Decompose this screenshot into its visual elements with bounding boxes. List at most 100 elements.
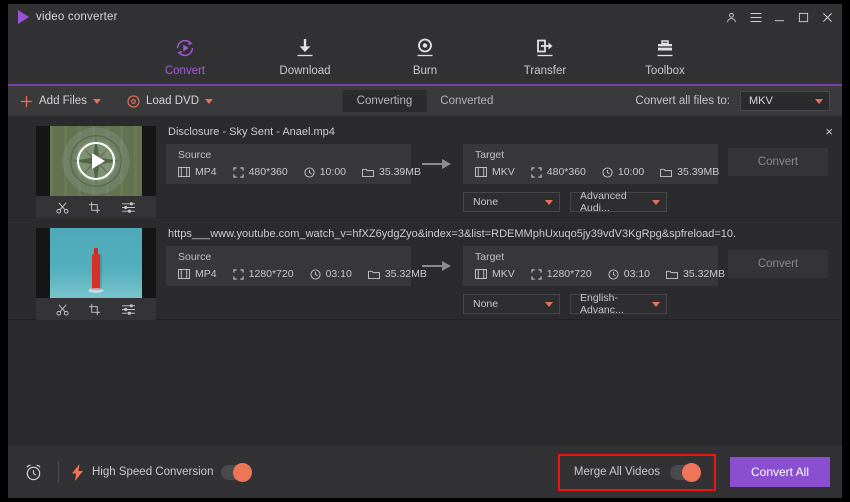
bottom-bar-right: Merge All Videos Convert All (557, 453, 830, 491)
nav-item-download-label: Download (279, 65, 331, 77)
film-icon (178, 269, 190, 279)
row-thumbnail-area (36, 126, 156, 218)
subtitle-select[interactable]: None (463, 294, 560, 314)
source-label: Source (178, 251, 212, 263)
subtitle-caret-icon (545, 199, 553, 205)
merge-all-videos: Merge All Videos (557, 453, 716, 491)
source-resolution: 1280*720 (232, 268, 294, 280)
crop-icon[interactable] (88, 303, 101, 316)
trim-icon[interactable] (56, 303, 69, 316)
source-resolution: 480*360 (232, 166, 288, 178)
subtitle-select-value: None (473, 298, 499, 310)
source-duration: 10:00 (304, 166, 346, 178)
video-thumbnail[interactable] (36, 126, 156, 196)
thumbnail-tools (36, 196, 156, 218)
source-panel: Source MP4 480*360 10:00 35.39MB (166, 144, 421, 184)
nav-item-transfer[interactable]: Transfer (506, 30, 584, 77)
merge-all-videos-label: Merge All Videos (573, 466, 660, 478)
subtitle-select[interactable]: None (463, 192, 560, 212)
alarm-icon[interactable] (20, 463, 46, 482)
add-files-button[interactable]: Add Files (20, 95, 101, 108)
effect-icon[interactable] (121, 303, 136, 316)
convert-button-label: Convert (757, 156, 799, 168)
source-format-value: MP4 (195, 166, 217, 178)
nav-item-burn[interactable]: Burn (386, 30, 464, 77)
file-title: https___www.youtube.com_watch_v=hfXZ6ydg… (168, 228, 737, 240)
convert-all-label: Convert All (750, 465, 810, 479)
nav-item-download[interactable]: Download (266, 30, 344, 77)
nav-item-burn-label: Burn (412, 65, 438, 77)
row-details: Disclosure - Sky Sent - Anael.mp4 Source… (166, 126, 842, 214)
nav-item-toolbox[interactable]: Toolbox (626, 30, 704, 77)
maximize-button[interactable] (797, 11, 810, 24)
film-icon (475, 269, 487, 279)
audio-caret-icon (652, 301, 660, 307)
nav-item-convert[interactable]: Convert (146, 30, 224, 77)
app-window: video converter Convert Download Burn Tr… (8, 4, 842, 498)
folder-icon (362, 168, 374, 177)
row-selects: None English-Advanc... (463, 292, 842, 316)
clock-icon (304, 166, 315, 178)
source-format-value: MP4 (195, 268, 217, 280)
bottle-shape (92, 254, 100, 290)
audio-select[interactable]: Advanced Audi... (570, 190, 667, 214)
load-dvd-label: Load DVD (145, 95, 199, 107)
download-icon (294, 36, 316, 60)
trim-icon[interactable] (56, 201, 69, 214)
minimize-button[interactable] (773, 11, 786, 24)
close-button[interactable] (821, 11, 834, 24)
lightning-icon (72, 463, 83, 481)
tab-converting[interactable]: Converting (342, 90, 427, 112)
convert-button-label: Convert (757, 258, 799, 270)
effect-icon[interactable] (121, 201, 136, 214)
folder-icon (660, 168, 673, 177)
source-duration-value: 10:00 (319, 166, 346, 178)
folder-icon (367, 270, 380, 279)
row-thumbnail-area (36, 228, 156, 320)
load-dvd-caret-icon[interactable] (205, 98, 213, 104)
target-resolution: 480*360 (531, 166, 586, 178)
row-selects: None Advanced Audi... (463, 190, 842, 214)
convert-button[interactable]: Convert (728, 148, 828, 176)
merge-all-videos-toggle[interactable] (670, 462, 701, 482)
audio-select[interactable]: English-Advanc... (570, 292, 667, 316)
film-icon (178, 167, 190, 177)
target-resolution-value: 480*360 (546, 166, 586, 178)
audio-select-value: English-Advanc... (580, 292, 624, 316)
tab-converted[interactable]: Converted (426, 90, 507, 112)
subtitle-caret-icon (545, 301, 553, 307)
clock-icon (608, 268, 619, 280)
main-nav: Convert Download Burn Transfer Toolbox (8, 30, 842, 86)
high-speed-conversion-toggle[interactable] (221, 462, 253, 482)
target-resolution: 1280*720 (531, 268, 592, 280)
convert-icon (173, 36, 197, 60)
output-format-value: MKV (749, 95, 773, 107)
crop-icon[interactable] (88, 201, 101, 214)
convert-button[interactable]: Convert (728, 250, 828, 278)
table-row: https___www.youtube.com_watch_v=hfXZ6ydg… (8, 218, 842, 320)
resize-icon (232, 268, 244, 280)
convert-all-button[interactable]: Convert All (730, 457, 830, 487)
output-format-select[interactable]: MKV (740, 91, 830, 111)
load-dvd-button[interactable]: Load DVD (127, 94, 213, 108)
target-label: Target (475, 149, 505, 161)
arrow-icon (411, 259, 463, 273)
nav-item-toolbox-label: Toolbox (645, 65, 685, 77)
target-format: MKV (475, 268, 515, 280)
add-files-caret-icon[interactable] (92, 98, 101, 104)
video-thumbnail[interactable] (36, 228, 156, 298)
audio-caret-icon (652, 199, 660, 205)
title-bar: video converter (8, 4, 842, 30)
window-controls (725, 4, 834, 30)
source-duration: 03:10 (310, 268, 352, 280)
output-format-caret-icon (815, 98, 823, 104)
target-format-value: MKV (492, 268, 515, 280)
target-panel: Target MKV 480*360 10:00 35.39MB (463, 144, 719, 184)
brand: video converter (8, 10, 118, 24)
account-icon[interactable] (725, 11, 738, 24)
play-button[interactable] (77, 142, 115, 180)
film-icon (475, 167, 487, 177)
menu-icon[interactable] (749, 11, 762, 24)
nav-item-transfer-label: Transfer (523, 65, 567, 77)
thumbnail-tools (36, 298, 156, 320)
